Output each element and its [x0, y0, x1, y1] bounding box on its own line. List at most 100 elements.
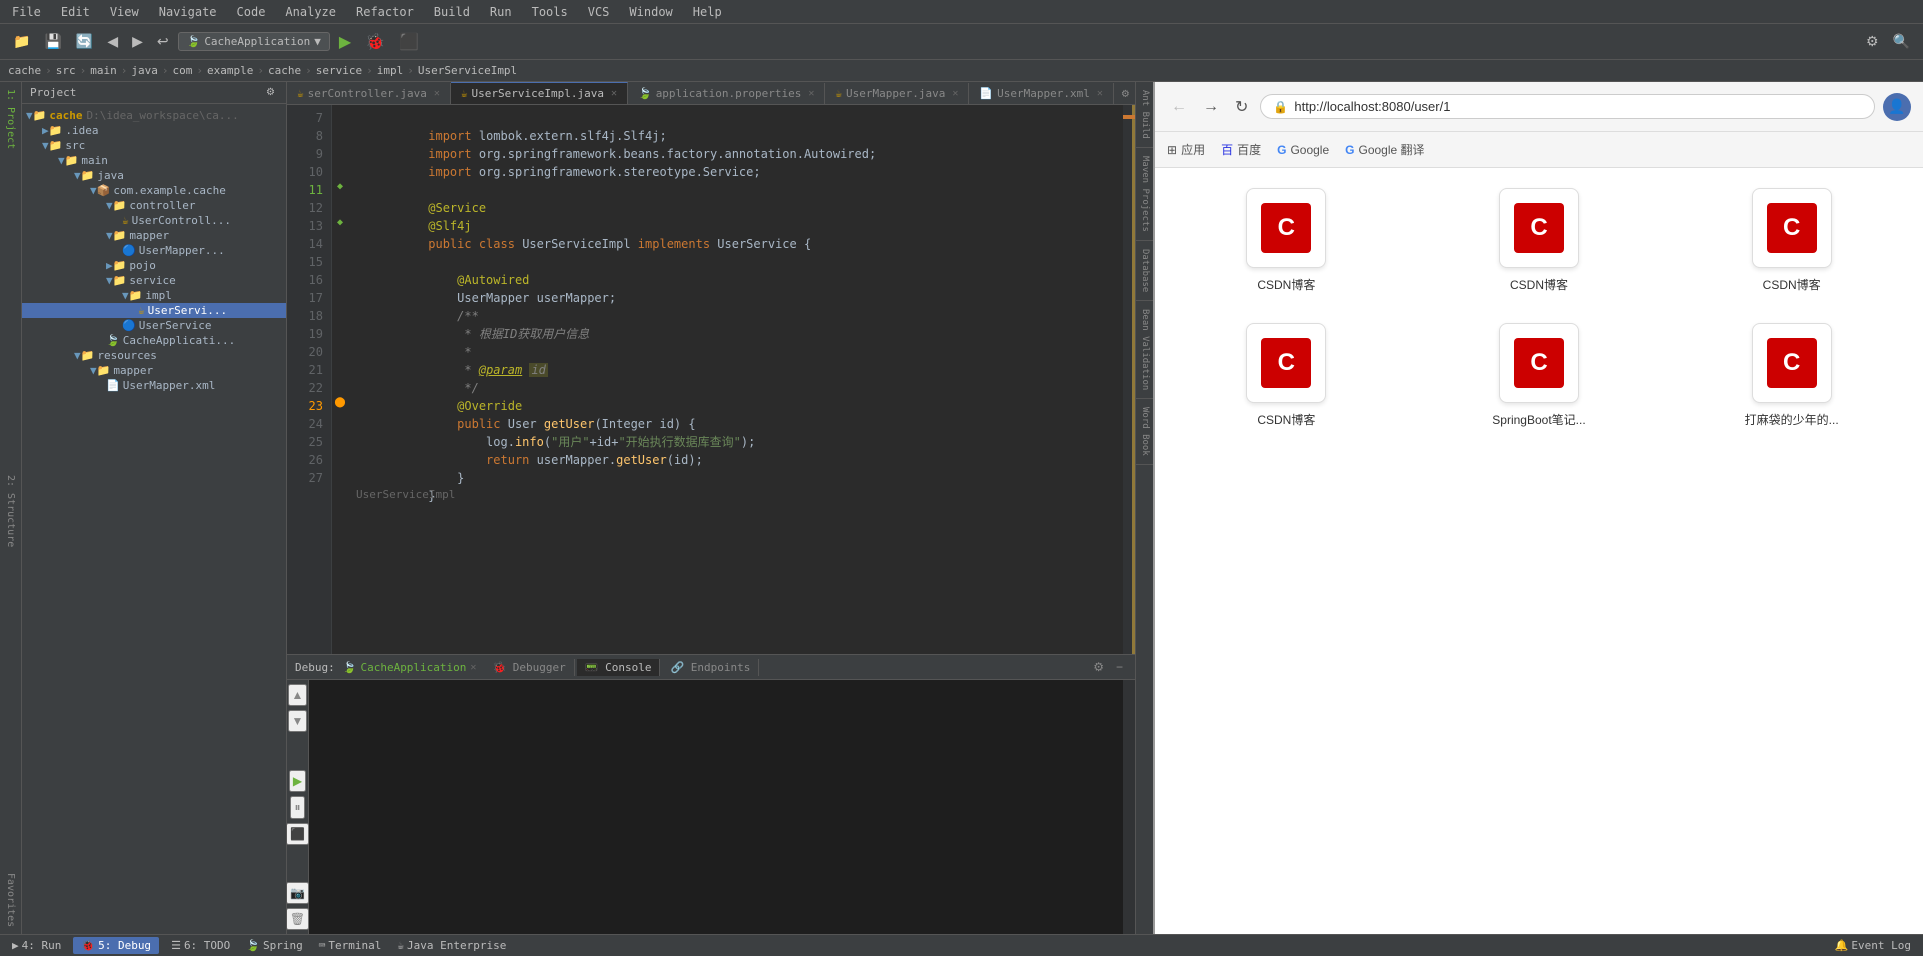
browser-user-avatar[interactable]: 👤	[1883, 93, 1911, 121]
sidebar-project-btn[interactable]: 1: Project	[2, 86, 19, 152]
bookmark-baidu[interactable]: 百 百度	[1221, 141, 1261, 158]
status-todo[interactable]: ☰ 6: TODO	[167, 939, 234, 952]
debug-scrollbar[interactable]	[1123, 680, 1135, 934]
tab-close-userserviceimpl[interactable]: ✕	[611, 88, 617, 99]
right-tab-ant[interactable]: Ant Build	[1136, 82, 1153, 148]
status-event-log[interactable]: 🔔 Event Log	[1831, 939, 1915, 952]
debug-down-btn[interactable]: ▼	[288, 710, 308, 732]
menu-edit[interactable]: Edit	[57, 3, 94, 21]
tree-item-idea[interactable]: ▶📁 .idea	[22, 123, 286, 138]
tree-item-cacheapp[interactable]: 🍃 CacheApplicati...	[22, 333, 286, 348]
browser-card-4[interactable]: C SpringBoot笔记...	[1428, 323, 1651, 428]
tree-item-mapper[interactable]: ▼📁 mapper	[22, 228, 286, 243]
browser-card-2[interactable]: C CSDN博客	[1680, 188, 1903, 293]
menu-window[interactable]: Window	[625, 3, 676, 21]
browser-card-1[interactable]: C CSDN博客	[1428, 188, 1651, 293]
debug-run-btn[interactable]: ▶	[289, 770, 306, 792]
project-selector[interactable]: 🍃 CacheApplication ▼	[178, 32, 330, 51]
forward-btn[interactable]: ▶	[127, 30, 148, 53]
tab-close-usermapper[interactable]: ✕	[952, 88, 958, 99]
bookmark-apps[interactable]: ⊞ 应用	[1167, 141, 1205, 158]
undo-btn[interactable]: ↩	[152, 30, 174, 53]
breadcrumb-class[interactable]: UserServiceImpl	[418, 64, 517, 77]
tree-item-resources[interactable]: ▼📁 resources	[22, 348, 286, 363]
status-run[interactable]: ▶ 4: Run	[8, 939, 65, 952]
tree-item-service[interactable]: ▼📁 service	[22, 273, 286, 288]
menu-run[interactable]: Run	[486, 3, 516, 21]
tab-application[interactable]: 🍃 application.properties ✕	[628, 83, 825, 104]
menu-vcs[interactable]: VCS	[584, 3, 614, 21]
browser-url-input[interactable]	[1294, 99, 1862, 114]
status-spring[interactable]: 🍃 Spring	[242, 939, 306, 952]
tree-item-controller[interactable]: ▼📁 controller	[22, 198, 286, 213]
right-tab-maven[interactable]: Maven Projects	[1136, 148, 1153, 241]
menu-analyze[interactable]: Analyze	[281, 3, 340, 21]
bookmark-google[interactable]: G Google	[1277, 143, 1329, 157]
debug-tab-debugger[interactable]: 🐞 Debugger	[484, 659, 574, 676]
menu-code[interactable]: Code	[233, 3, 270, 21]
breadcrumb-cache[interactable]: cache	[8, 64, 41, 77]
menu-build[interactable]: Build	[430, 3, 474, 21]
tree-item-package[interactable]: ▼📦 com.example.cache	[22, 183, 286, 198]
tree-item-impl[interactable]: ▼📁 impl	[22, 288, 286, 303]
breadcrumb-example[interactable]: example	[207, 64, 253, 77]
sync-btn[interactable]: 🔄	[71, 30, 98, 53]
tree-item-usermapper-if[interactable]: 🔵 UserMapper...	[22, 243, 286, 258]
menu-refactor[interactable]: Refactor	[352, 3, 418, 21]
breadcrumb-cache2[interactable]: cache	[268, 64, 301, 77]
menu-file[interactable]: File	[8, 3, 45, 21]
tree-item-userserviceimpl[interactable]: ☕ UserServi...	[22, 303, 286, 318]
tree-item-main[interactable]: ▼📁 main	[22, 153, 286, 168]
tab-close-usermapper-xml[interactable]: ✕	[1097, 88, 1103, 99]
tree-item-usermapper-xml[interactable]: 📄 UserMapper.xml	[22, 378, 286, 393]
code-content[interactable]: import lombok.extern.slf4j.Slf4j; import…	[348, 105, 1123, 654]
breadcrumb-service[interactable]: service	[316, 64, 362, 77]
tab-usermapper-xml[interactable]: 📄 UserMapper.xml ✕	[969, 83, 1113, 104]
debug-minimize-btn[interactable]: −	[1112, 658, 1127, 676]
open-file-btn[interactable]: 📁	[8, 30, 35, 53]
debug-close-btn[interactable]: ✕	[470, 662, 476, 673]
project-options-btn[interactable]: ⚙	[263, 86, 278, 99]
browser-card-5[interactable]: C 打麻袋的少年的...	[1680, 323, 1903, 428]
back-btn[interactable]: ◀	[102, 30, 123, 53]
breadcrumb-com[interactable]: com	[173, 64, 193, 77]
browser-address-bar[interactable]: 🔒	[1260, 94, 1875, 119]
debug-pause-btn[interactable]: ⏸	[290, 796, 304, 819]
tree-item-java[interactable]: ▼📁 java	[22, 168, 286, 183]
browser-forward-btn[interactable]: →	[1199, 94, 1223, 120]
tree-item-pojo[interactable]: ▶📁 pojo	[22, 258, 286, 273]
tab-close-sercontroller[interactable]: ✕	[434, 88, 440, 99]
right-tab-database[interactable]: Database	[1136, 241, 1153, 301]
right-tab-wordbook[interactable]: Word Book	[1136, 399, 1153, 465]
tab-usermapper-java[interactable]: ☕ UserMapper.java ✕	[825, 83, 969, 104]
status-terminal[interactable]: ⌨ Terminal	[315, 939, 386, 952]
bookmark-translate[interactable]: G Google 翻译	[1345, 141, 1424, 158]
right-tab-bean[interactable]: Bean Validation	[1136, 301, 1153, 399]
settings-btn[interactable]: ⚙	[1861, 30, 1884, 53]
breadcrumb-src[interactable]: src	[56, 64, 76, 77]
browser-card-3[interactable]: C CSDN博客	[1175, 323, 1398, 428]
tab-close-application[interactable]: ✕	[808, 88, 814, 99]
menu-help[interactable]: Help	[689, 3, 726, 21]
breadcrumb-main[interactable]: main	[90, 64, 117, 77]
editor-scrollbar[interactable]	[1123, 105, 1135, 654]
menu-view[interactable]: View	[106, 3, 143, 21]
debug-camera-btn[interactable]: 📷	[287, 882, 309, 904]
tab-settings-btn[interactable]: ⚙	[1116, 82, 1135, 104]
debug-btn[interactable]: 🐞	[360, 29, 390, 55]
browser-reload-btn[interactable]: ↻	[1231, 93, 1252, 121]
search-btn[interactable]: 🔍	[1888, 30, 1915, 53]
menu-navigate[interactable]: Navigate	[155, 3, 221, 21]
tree-item-userservice-if[interactable]: 🔵 UserService	[22, 318, 286, 333]
tree-item-cache[interactable]: ▼📁 cache D:\idea_workspace\ca...	[22, 108, 286, 123]
status-java-enterprise[interactable]: ☕ Java Enterprise	[393, 939, 510, 952]
debug-up-btn[interactable]: ▲	[288, 684, 308, 706]
sidebar-structure-btn[interactable]: 2: Structure	[2, 472, 19, 550]
sidebar-favorites-btn[interactable]: Favorites	[2, 870, 19, 930]
debug-settings-btn[interactable]: ⚙	[1089, 658, 1108, 676]
breadcrumb-java[interactable]: java	[131, 64, 158, 77]
debug-stop-btn[interactable]: ⬛	[287, 823, 309, 845]
tree-item-src[interactable]: ▼📁 src	[22, 138, 286, 153]
browser-card-0[interactable]: C CSDN博客	[1175, 188, 1398, 293]
tab-sercontroller[interactable]: ☕ serController.java ✕	[287, 83, 451, 104]
